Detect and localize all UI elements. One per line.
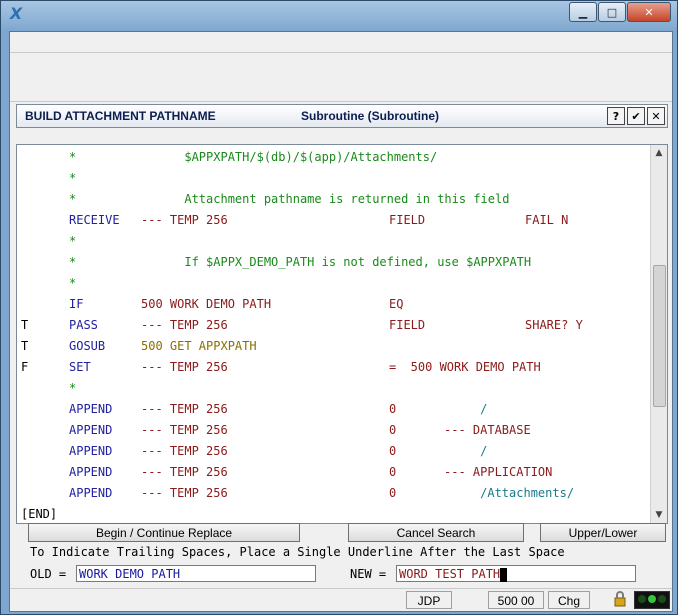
line-value: /Attachments/ — [444, 486, 575, 500]
line-operator: FIELD — [389, 213, 426, 227]
line-command: * — [69, 276, 77, 290]
line-command: IF — [69, 297, 84, 311]
line-operator: 0 — [389, 444, 397, 458]
client-area: BUILD ATTACHMENT PATHNAME Subroutine (Su… — [9, 31, 673, 612]
action-buttons: Begin / Continue Replace Cancel Search U… — [16, 523, 666, 543]
line-operand: 500 GET APPXPATH — [141, 339, 257, 353]
scroll-thumb[interactable] — [653, 265, 666, 407]
new-label: NEW = — [350, 567, 387, 581]
line-operand: --- TEMP 256 — [141, 402, 228, 416]
line-command: SET — [69, 360, 91, 374]
old-label: OLD = — [30, 567, 67, 581]
dialog-subtitle: Subroutine (Subroutine) — [301, 109, 439, 123]
line-operand: --- TEMP 256 — [141, 444, 228, 458]
line-command: GOSUB — [69, 339, 106, 353]
line-command: APPEND — [69, 402, 113, 416]
ok-button[interactable]: ✔ — [627, 107, 645, 125]
status-mode: Chg — [548, 591, 590, 609]
lock-icon — [610, 591, 630, 609]
scroll-up-arrow-icon[interactable]: ▲ — [652, 146, 666, 160]
line-flag: T — [21, 339, 29, 353]
line-operand: --- TEMP 256 — [141, 465, 228, 479]
minimize-button[interactable]: ▁ — [569, 2, 597, 22]
line-operand: Attachment pathname is returned in this … — [141, 192, 510, 206]
new-value-input[interactable]: WORD TEST PATH — [396, 565, 636, 582]
dialog-close-button[interactable]: ✕ — [647, 107, 665, 125]
line-command: * — [69, 192, 77, 206]
toolbar — [10, 53, 672, 102]
line-operand: --- TEMP 256 — [141, 423, 228, 437]
line-command: APPEND — [69, 423, 113, 437]
menu-bar — [10, 32, 672, 53]
line-command: * — [69, 255, 77, 269]
text-cursor — [500, 567, 508, 582]
line-command: * — [69, 234, 77, 248]
line-command: PASS — [69, 318, 98, 332]
app-window: X ▁ □ ✕ BUILD ATTACHMENT PATHNAME Subrou… — [0, 0, 678, 615]
line-operator: EQ — [389, 297, 404, 311]
maximize-button[interactable]: □ — [598, 2, 626, 22]
line-operand: --- TEMP 256 — [141, 360, 228, 374]
line-operand: 500 WORK DEMO PATH — [141, 297, 272, 311]
scroll-down-arrow-icon[interactable]: ▼ — [652, 508, 666, 522]
trailing-spaces-hint: To Indicate Trailing Spaces, Place a Sin… — [30, 545, 565, 559]
dialog-header: BUILD ATTACHMENT PATHNAME Subroutine (Su… — [16, 104, 668, 128]
status-process: 500 00 — [488, 591, 544, 609]
line-value: / — [444, 444, 488, 458]
line-flag: [END] — [21, 507, 58, 521]
line-operand: --- TEMP 256 — [141, 213, 228, 227]
line-operand: --- TEMP 256 — [141, 318, 228, 332]
old-value-input[interactable]: WORK DEMO PATH — [76, 565, 316, 582]
line-operand: If $APPX_DEMO_PATH is not defined, use $… — [141, 255, 532, 269]
line-operator: 0 — [389, 486, 397, 500]
vertical-scrollbar[interactable]: ▲ ▼ — [650, 145, 667, 523]
cancel-search-button[interactable]: Cancel Search — [348, 523, 524, 542]
line-operand: --- TEMP 256 — [141, 486, 228, 500]
line-extra: FAIL N — [525, 213, 569, 227]
x-app-logo-icon: X — [9, 4, 23, 23]
line-command: APPEND — [69, 486, 113, 500]
line-value: / — [444, 402, 488, 416]
dialog-controls: ? ✔ ✕ — [605, 107, 665, 125]
line-command: * — [69, 171, 77, 185]
dialog-title: BUILD ATTACHMENT PATHNAME — [25, 109, 216, 123]
title-bar[interactable]: X ▁ □ ✕ — [1, 1, 677, 27]
line-operator: 0 — [389, 465, 397, 479]
line-flag: T — [21, 318, 29, 332]
line-operator: 0 — [389, 402, 397, 416]
upper-lower-button[interactable]: Upper/Lower — [540, 523, 666, 542]
line-command: APPEND — [69, 465, 113, 479]
line-operator: = 500 WORK DEMO PATH — [389, 360, 541, 374]
line-operand: $APPXPATH/$(db)/$(app)/Attachments/ — [141, 150, 438, 164]
close-window-button[interactable]: ✕ — [627, 2, 671, 22]
status-lights-icon — [634, 591, 670, 609]
status-bar: JDP 500 00 Chg — [10, 588, 672, 611]
line-flag: F — [21, 360, 29, 374]
code-lines: * $APPXPATH/$(db)/$(app)/Attachments/* * … — [17, 145, 651, 523]
new-value-text: WORD TEST PATH — [399, 567, 501, 581]
line-command: APPEND — [69, 444, 113, 458]
line-command: * — [69, 381, 77, 395]
status-user: JDP — [406, 591, 452, 609]
code-editor[interactable]: * $APPXPATH/$(db)/$(app)/Attachments/* * … — [16, 144, 668, 524]
line-command: * — [69, 150, 77, 164]
window-controls: ▁ □ ✕ — [568, 2, 671, 22]
begin-continue-replace-button[interactable]: Begin / Continue Replace — [28, 523, 300, 542]
line-operator: FIELD — [389, 318, 426, 332]
line-value: --- DATABASE — [444, 423, 531, 437]
help-button[interactable]: ? — [607, 107, 625, 125]
line-extra: SHARE? Y — [525, 318, 583, 332]
line-value: --- APPLICATION — [444, 465, 553, 479]
line-command: RECEIVE — [69, 213, 120, 227]
line-operator: 0 — [389, 423, 397, 437]
